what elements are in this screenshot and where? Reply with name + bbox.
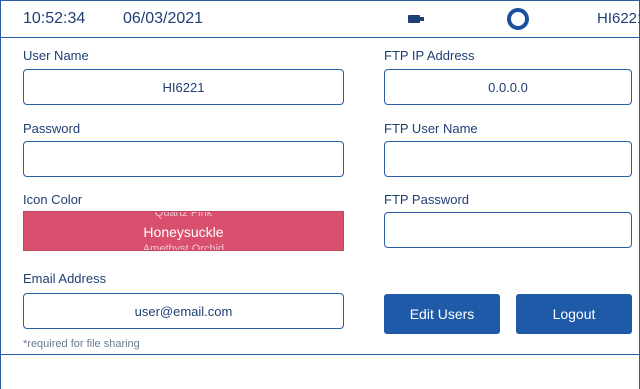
icon-color-picker[interactable]: Quartz Pink Honeysuckle Amethyst Orchid [23, 211, 344, 251]
status-ring-icon [507, 8, 529, 30]
ftp-ip-label: FTP IP Address [384, 48, 475, 63]
required-note: *required for file sharing [23, 338, 140, 350]
password-label: Password [23, 121, 81, 136]
status-bar: 10:52:34 06/03/2021 HI6221 [1, 1, 640, 38]
icon-color-label: Icon Color [23, 192, 83, 207]
status-date: 06/03/2021 [123, 10, 204, 27]
email-label: Email Address [23, 271, 107, 286]
status-time: 10:52:34 [23, 10, 86, 27]
device-name: HI6221 [597, 10, 640, 27]
color-option-next[interactable]: Amethyst Orchid [24, 243, 343, 250]
user-name-field[interactable]: HI6221 [23, 69, 344, 105]
edit-users-button[interactable]: Edit Users [384, 294, 500, 334]
password-field[interactable] [23, 141, 344, 177]
footer-bar [1, 354, 639, 389]
user-name-label: User Name [23, 48, 89, 63]
ftp-user-label: FTP User Name [384, 121, 478, 136]
ftp-password-field[interactable] [384, 212, 632, 248]
ftp-password-label: FTP Password [384, 192, 470, 207]
logout-button[interactable]: Logout [516, 294, 632, 334]
color-option-selected[interactable]: Honeysuckle [24, 224, 343, 240]
color-option-previous[interactable]: Quartz Pink [24, 212, 343, 219]
email-field[interactable]: user@email.com [23, 293, 344, 329]
ftp-user-field[interactable] [384, 141, 632, 177]
ftp-ip-field[interactable]: 0.0.0.0 [384, 69, 632, 105]
usb-icon [408, 15, 424, 23]
app-frame: 10:52:34 06/03/2021 HI6221 User Name HI6… [0, 0, 640, 389]
